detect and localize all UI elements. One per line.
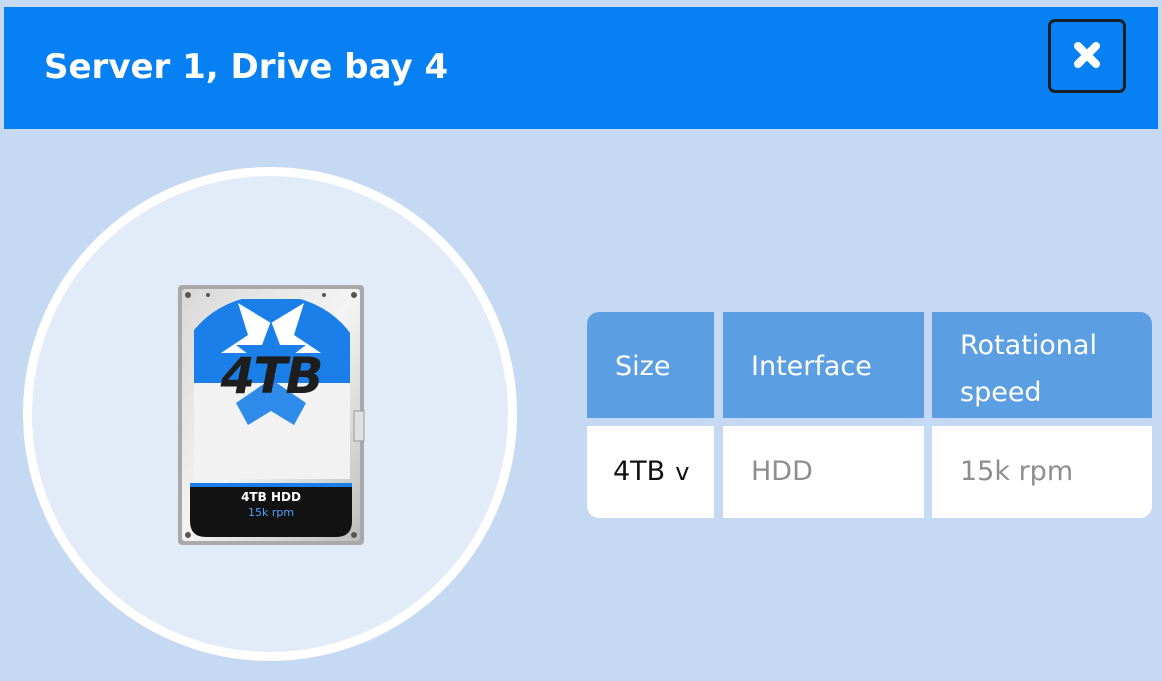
dialog-header: Server 1, Drive bay 4 [4, 7, 1158, 129]
interface-cell: HDD [723, 426, 924, 518]
close-button[interactable] [1048, 19, 1126, 93]
speed-cell: 15k rpm [932, 426, 1152, 518]
header-interface-label: Interface [751, 351, 872, 382]
chevron-down-icon: v [675, 458, 690, 486]
drive-bay-dialog: Server 1, Drive bay 4 4TB 4TB HDD 15k rp… [0, 0, 1162, 681]
header-interface: Interface [723, 312, 924, 418]
spec-table: Size Interface Rotational speed 4TB v HDD… [587, 312, 1152, 518]
header-size-label: Size [615, 351, 671, 382]
dialog-title: Server 1, Drive bay 4 [44, 47, 449, 87]
speed-value: 15k rpm [960, 456, 1074, 487]
header-rotational-speed: Rotational speed [932, 312, 1152, 418]
header-size: Size [587, 312, 714, 418]
drive-capacity-graphic-text: 4TB [220, 347, 323, 405]
size-value: 4TB [613, 456, 666, 487]
close-icon [1074, 42, 1100, 68]
interface-value: HDD [751, 456, 813, 487]
drive-label: 4TB HDD 15k rpm [196, 486, 346, 530]
size-dropdown[interactable]: 4TB v [613, 454, 689, 490]
drive-label-speed: 15k rpm [247, 506, 295, 519]
drive-label-size: 4TB HDD [241, 490, 301, 504]
header-rotational-speed-label: Rotational speed [960, 330, 1097, 408]
size-cell: 4TB v [587, 426, 714, 518]
